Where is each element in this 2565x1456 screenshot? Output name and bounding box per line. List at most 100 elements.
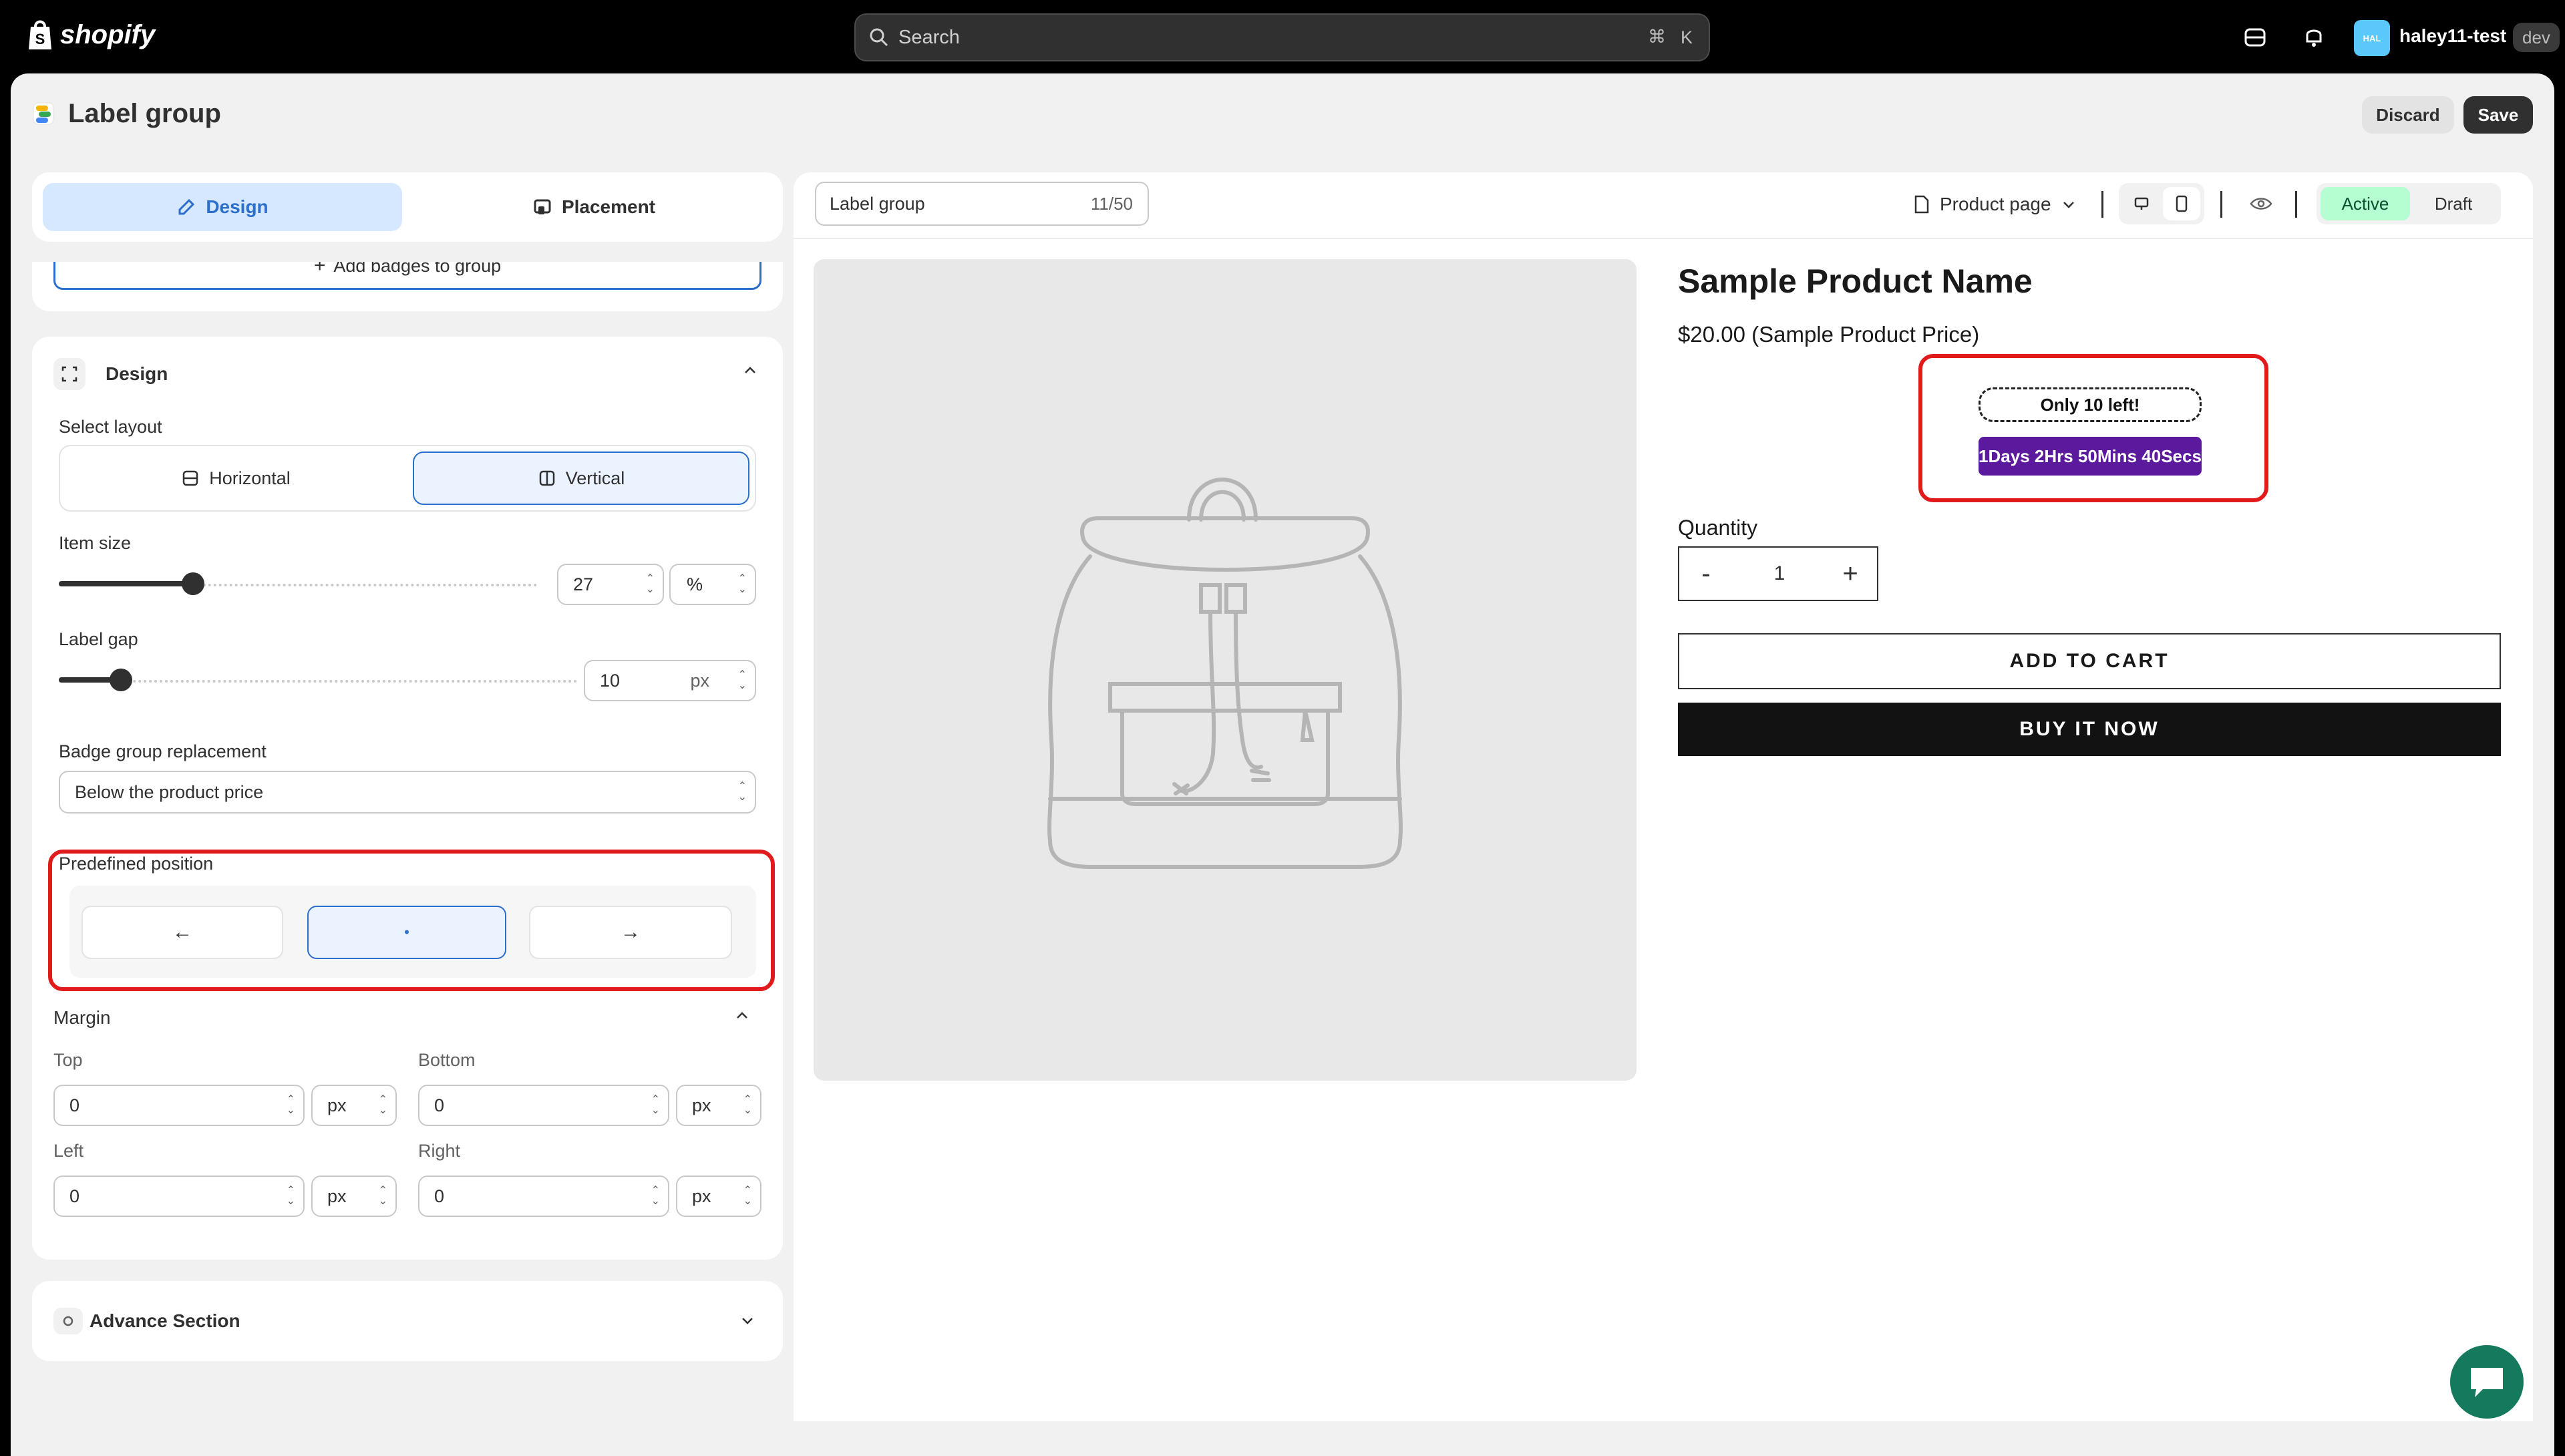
page-selector[interactable]: Product page <box>1913 190 2077 219</box>
shopify-logo[interactable]: S shopify <box>27 19 155 51</box>
frame-icon <box>53 358 86 390</box>
advance-section-card[interactable]: Advance Section <box>32 1281 783 1361</box>
margin-right-input[interactable]: 0 ⌃ ⌄ <box>418 1175 669 1217</box>
stepper-icon[interactable]: ⌃ ⌄ <box>651 1186 660 1207</box>
horizontal-layout-icon <box>182 470 198 486</box>
tab-design[interactable]: Design <box>43 183 402 231</box>
chevron-down-icon <box>739 1312 756 1332</box>
quantity-decrease-button[interactable]: - <box>1679 548 1733 600</box>
product-name: Sample Product Name <box>1678 262 2033 300</box>
margin-top-unit: px <box>327 1095 347 1115</box>
app-icon <box>32 100 55 127</box>
gear-icon <box>53 1308 83 1334</box>
status-draft-button[interactable]: Draft <box>2410 187 2497 220</box>
badge-group-replacement-value: Below the product price <box>75 781 264 802</box>
label-gap-slider-track[interactable] <box>59 680 577 683</box>
quantity-value[interactable]: 1 <box>1746 548 1813 600</box>
design-section-header[interactable]: Design <box>53 358 761 390</box>
label-gap-input[interactable]: 10 px ⌃ ⌄ <box>584 660 756 701</box>
margin-top-label: Top <box>53 1050 83 1070</box>
mobile-view-button[interactable] <box>2163 187 2200 220</box>
margin-bottom-input[interactable]: 0 ⌃ ⌄ <box>418 1085 669 1126</box>
search-placeholder: Search <box>898 26 960 48</box>
select-layout-label: Select layout <box>59 417 162 437</box>
status-active-button[interactable]: Active <box>2321 187 2410 220</box>
margin-bottom-unit-select[interactable]: px ⌃ ⌄ <box>676 1085 761 1126</box>
label-gap-slider-handle[interactable] <box>110 669 132 691</box>
avatar[interactable]: HAL <box>2354 20 2390 56</box>
chat-icon <box>2471 1368 2503 1397</box>
discard-button[interactable]: Discard <box>2362 96 2454 134</box>
shopify-bag-icon: S <box>29 20 51 49</box>
stepper-icon[interactable]: ⌃ ⌄ <box>287 1095 295 1116</box>
shortcut-key: K <box>1680 27 1693 47</box>
desktop-view-button[interactable] <box>2123 187 2160 220</box>
badge-group-replacement-select[interactable]: Below the product price ⌃ ⌄ <box>59 771 756 813</box>
quantity-increase-button[interactable]: + <box>1824 548 1877 600</box>
search-bar[interactable]: Search ⌘ K <box>854 13 1710 61</box>
plus-icon: + <box>313 262 326 277</box>
margin-bottom-label: Bottom <box>418 1050 476 1070</box>
item-size-unit-select[interactable]: % ⌃ ⌄ <box>669 564 756 605</box>
store-name[interactable]: haley11-test <box>2399 25 2506 47</box>
add-badges-button[interactable]: + Add badges to group <box>53 262 761 290</box>
select-arrows-icon: ⌃ ⌄ <box>743 1185 752 1207</box>
inbox-icon[interactable] <box>2242 24 2268 51</box>
position-right-button[interactable]: → <box>529 906 732 959</box>
group-name-input[interactable]: Label group 11/50 <box>815 182 1149 226</box>
arrow-left-icon: ← <box>172 921 192 943</box>
select-arrows-icon: ⌃ ⌄ <box>378 1185 387 1207</box>
product-price: $20.00 (Sample Product Price) <box>1678 322 1980 347</box>
margin-title: Margin <box>53 1007 111 1028</box>
layout-vertical-button[interactable]: Vertical <box>413 451 749 505</box>
arrow-right-icon: → <box>621 921 641 943</box>
desktop-icon <box>2134 197 2149 210</box>
chat-button[interactable] <box>2450 1345 2524 1419</box>
label-gap-label: Label gap <box>59 629 138 649</box>
position-center-button[interactable]: • <box>307 906 506 959</box>
page-icon <box>1914 195 1929 214</box>
stepper-icon[interactable]: ⌃ ⌄ <box>646 574 655 595</box>
eye-icon[interactable] <box>2244 188 2278 219</box>
stepper-icon[interactable]: ⌃ ⌄ <box>738 670 747 691</box>
layout-horizontal-button[interactable]: Horizontal <box>65 451 406 505</box>
margin-left-input[interactable]: 0 ⌃ ⌄ <box>53 1175 305 1217</box>
tab-design-label: Design <box>206 196 269 217</box>
add-badges-card: + Add badges to group <box>32 262 783 311</box>
margin-left-label: Left <box>53 1141 84 1161</box>
item-size-input[interactable]: 27 ⌃ ⌄ <box>557 564 664 605</box>
margin-bottom-value: 0 <box>434 1095 445 1115</box>
tab-placement-label: Placement <box>561 196 656 217</box>
stepper-icon[interactable]: ⌃ ⌄ <box>287 1186 295 1207</box>
bell-icon[interactable] <box>2300 23 2327 49</box>
margin-top-input[interactable]: 0 ⌃ ⌄ <box>53 1085 305 1126</box>
toolbar-divider <box>794 238 2533 239</box>
margin-left-unit-select[interactable]: px ⌃ ⌄ <box>311 1175 397 1217</box>
quantity-stepper: - 1 + <box>1678 546 1878 601</box>
chevron-up-icon[interactable] <box>733 1007 751 1028</box>
badge-group-replacement-label: Badge group replacement <box>59 741 267 761</box>
stock-badge: Only 10 left! <box>1979 387 2202 422</box>
tab-placement[interactable]: Placement <box>414 183 774 231</box>
char-count: 11/50 <box>1090 194 1133 214</box>
divider <box>2220 191 2222 218</box>
margin-right-label: Right <box>418 1141 461 1161</box>
stepper-icon[interactable]: ⌃ ⌄ <box>651 1095 660 1116</box>
select-arrows-icon: ⌃ ⌄ <box>378 1094 387 1116</box>
vertical-layout-icon <box>539 470 554 486</box>
margin-top-unit-select[interactable]: px ⌃ ⌄ <box>311 1085 397 1126</box>
page-selector-label: Product page <box>1940 194 2051 214</box>
item-size-value: 27 <box>573 574 594 594</box>
save-button[interactable]: Save <box>2463 96 2533 134</box>
quantity-label: Quantity <box>1678 516 1758 540</box>
placement-icon <box>534 199 551 214</box>
item-size-slider-handle[interactable] <box>182 572 204 595</box>
add-to-cart-button[interactable]: ADD TO CART <box>1678 633 2501 689</box>
predefined-position-label: Predefined position <box>59 854 214 874</box>
buy-it-now-button[interactable]: BUY IT NOW <box>1678 703 2501 756</box>
search-icon <box>870 28 888 47</box>
margin-right-unit-select[interactable]: px ⌃ ⌄ <box>676 1175 761 1217</box>
position-left-button[interactable]: ← <box>81 906 283 959</box>
select-arrows-icon: ⌃ ⌄ <box>737 781 747 803</box>
design-section-title: Design <box>106 363 168 384</box>
